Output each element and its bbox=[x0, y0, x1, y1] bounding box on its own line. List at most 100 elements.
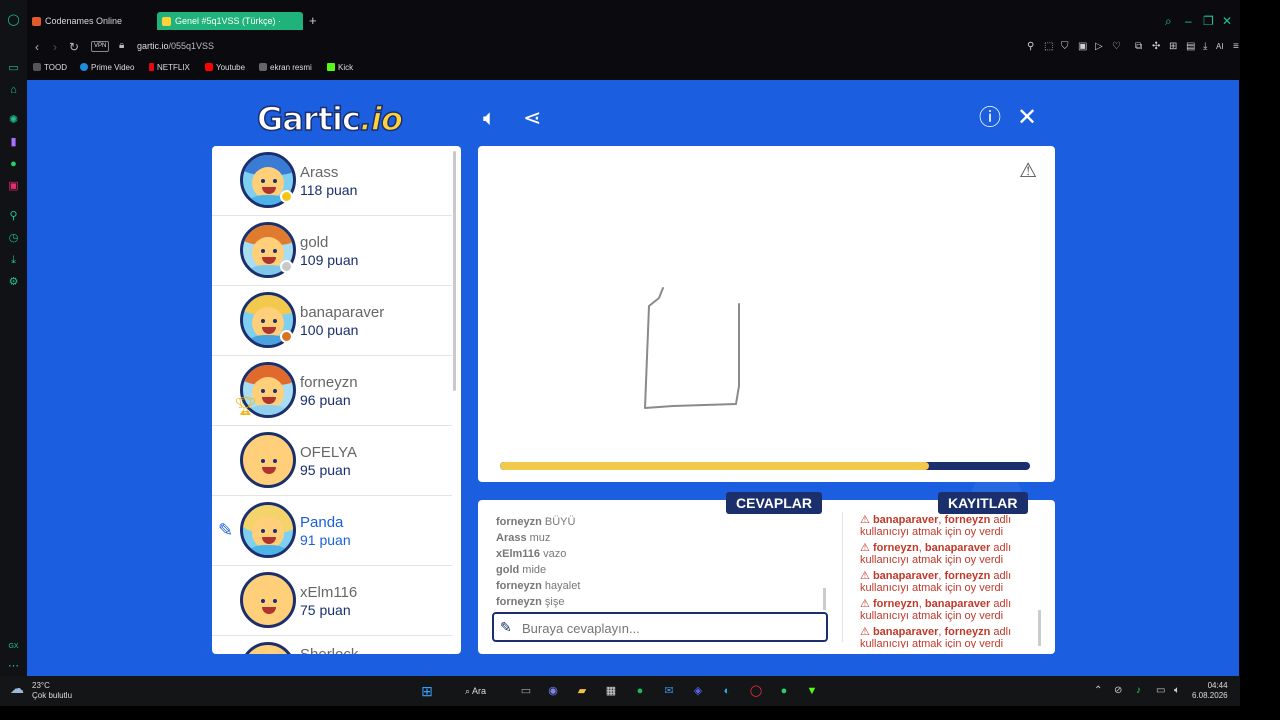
puzzle-icon[interactable]: ✣ bbox=[1152, 41, 1160, 52]
whatsapp-taskbar-icon[interactable]: ● bbox=[776, 683, 792, 699]
tray-mic-icon[interactable]: ♪ bbox=[1136, 685, 1141, 696]
answer-input[interactable] bbox=[522, 618, 822, 638]
play-icon[interactable]: ▷ bbox=[1095, 41, 1103, 52]
lock-icon[interactable]: 🔒︎ bbox=[119, 40, 124, 51]
pin-icon[interactable]: ⚲ bbox=[7, 210, 20, 223]
spotify-icon[interactable]: ● bbox=[632, 683, 648, 699]
player-row[interactable]: 🏆︎ forneyzn 96 puan bbox=[212, 356, 452, 426]
answer-item: forneyzn BÜYÜ bbox=[496, 514, 826, 530]
logs-scrollbar[interactable] bbox=[1038, 610, 1041, 646]
taskbar-clock[interactable]: 04:44 6.08.2026 bbox=[1192, 681, 1228, 701]
new-tab-plus-icon[interactable]: + bbox=[309, 12, 317, 30]
downloads-icon[interactable]: ⤓ bbox=[1203, 41, 1207, 52]
shield-icon[interactable]: ⛉ bbox=[1061, 41, 1069, 52]
player-row[interactable]: OFELYA 95 puan bbox=[212, 426, 452, 496]
drawing-canvas[interactable]: ⚠ bbox=[478, 146, 1055, 482]
extension-icon[interactable]: ⊞ bbox=[1169, 41, 1177, 52]
tab-codenames[interactable]: Codenames Online bbox=[27, 12, 153, 30]
pin-page-icon[interactable]: ⚲ bbox=[1027, 41, 1034, 52]
heart-icon[interactable]: ♡ bbox=[1112, 41, 1121, 52]
search-tabs-icon[interactable]: ⌕ bbox=[1165, 14, 1172, 29]
history-icon[interactable]: ◷ bbox=[7, 232, 20, 245]
chat-panel: CEVAPLAR KAYITLAR forneyzn BÜYÜ Arass mu… bbox=[478, 492, 1055, 654]
sound-icon[interactable]: 🔈︎ bbox=[483, 106, 496, 130]
taskbar-search[interactable]: ⌕ Ara bbox=[455, 682, 505, 700]
store-icon[interactable]: ▦ bbox=[603, 683, 619, 699]
player-row[interactable]: banaparaver 100 puan bbox=[212, 286, 452, 356]
gx-control-icon[interactable]: ▭ bbox=[7, 62, 20, 75]
opera-gx-icon[interactable]: ◯ bbox=[748, 683, 764, 699]
close-window-icon[interactable]: ✕ bbox=[1222, 14, 1232, 28]
bookmark-youtube[interactable]: Youtube bbox=[205, 63, 245, 72]
player-row-current-drawer[interactable]: ✎ Panda 91 puan bbox=[212, 496, 452, 566]
task-view-icon[interactable]: ▭ bbox=[518, 683, 534, 699]
mail-icon[interactable]: ✉ bbox=[661, 683, 677, 699]
tray-volume-icon[interactable]: 🔈︎ bbox=[1174, 685, 1180, 696]
answers-scrollbar[interactable] bbox=[823, 588, 826, 610]
player-name: Panda bbox=[300, 514, 344, 531]
download-icon[interactable]: ⤓ bbox=[7, 254, 20, 267]
bookmark-prime-video[interactable]: Prime Video bbox=[80, 63, 134, 72]
warning-icon: ⚠ bbox=[860, 514, 870, 526]
edge-icon[interactable]: ◐ bbox=[719, 683, 735, 699]
player-name: forneyzn bbox=[300, 374, 358, 391]
exit-icon[interactable]: ✕ bbox=[1017, 106, 1037, 130]
timer-progress-bar bbox=[500, 462, 1030, 470]
bookmark-tood[interactable]: TOOD bbox=[33, 63, 67, 72]
answer-input-box[interactable]: ✎ bbox=[492, 612, 828, 642]
box-icon[interactable]: ▣ bbox=[1078, 41, 1087, 52]
info-icon[interactable]: ⓘ bbox=[979, 106, 1001, 130]
settings-gear-icon[interactable]: ⚙ bbox=[7, 276, 20, 289]
gartic-logo[interactable]: Gartic.io bbox=[256, 99, 403, 139]
bookmark-kick[interactable]: Kick bbox=[327, 63, 353, 72]
forward-icon[interactable]: › bbox=[53, 40, 57, 54]
more-dots-icon[interactable]: ⋯ bbox=[7, 660, 20, 673]
logs-list: ⚠ banaparaver, forneyzn adlı kullanıcıyı… bbox=[860, 514, 1040, 648]
players-scrollbar[interactable] bbox=[453, 151, 456, 391]
url-field[interactable]: gartic.io/055q1VSS bbox=[137, 41, 214, 51]
tab-gartic[interactable]: Genel #5q1VSS (Türkçe) · bbox=[157, 12, 303, 30]
player-name: Sherlock bbox=[300, 646, 358, 654]
twitch-icon[interactable]: ▮ bbox=[7, 136, 20, 149]
gx-corner-icon[interactable]: ⌂ bbox=[7, 84, 20, 97]
snapshot-icon[interactable]: ⬚ bbox=[1044, 41, 1053, 52]
back-icon[interactable]: ‹ bbox=[35, 40, 39, 54]
tray-monitor-icon[interactable]: ▭ bbox=[1156, 685, 1165, 696]
reload-icon[interactable]: ↻ bbox=[69, 40, 79, 54]
ai-button[interactable]: AI bbox=[1216, 42, 1224, 51]
translate-icon[interactable]: ⧉ bbox=[1135, 41, 1142, 52]
windows-start-icon[interactable]: ⊞ bbox=[419, 683, 435, 699]
tray-network-off-icon[interactable]: ⊘ bbox=[1114, 685, 1122, 696]
log-user: banaparaver bbox=[872, 626, 939, 638]
sidebar-icon[interactable]: ▤ bbox=[1186, 41, 1195, 52]
log-item: ⚠ banaparaver, forneyzn adlı kullanıcıyı… bbox=[860, 626, 1012, 648]
gx-label-icon: GX bbox=[8, 643, 19, 650]
pencil-icon: ✎ bbox=[500, 619, 512, 635]
minimize-icon[interactable]: – bbox=[1185, 14, 1192, 28]
instagram-icon[interactable]: ▣ bbox=[7, 180, 20, 193]
player-row[interactable]: Sherlock bbox=[212, 636, 452, 654]
bookmark-ekran-resmi[interactable]: ekran resmi bbox=[259, 63, 312, 72]
share-icon[interactable]: ⋖ bbox=[523, 106, 541, 130]
answer-text: mide bbox=[522, 564, 547, 576]
menu-icon[interactable]: ≡ bbox=[1233, 41, 1239, 52]
chatgpt-icon[interactable]: ✺ bbox=[7, 114, 20, 127]
tab-label: Genel #5q1VSS (Türkçe) · bbox=[175, 16, 282, 26]
tood-icon bbox=[33, 63, 41, 71]
opera-logo-icon[interactable]: ◯ bbox=[7, 14, 20, 27]
player-row[interactable]: Arass 118 puan bbox=[212, 146, 452, 216]
discord-icon[interactable]: ◈ bbox=[690, 683, 706, 699]
weather-widget[interactable]: ☁ 23°C Çok bulutlu bbox=[10, 681, 72, 701]
player-row[interactable]: xElm116 75 puan bbox=[212, 566, 452, 636]
player-row[interactable]: gold 109 puan bbox=[212, 216, 452, 286]
whatsapp-icon[interactable]: ● bbox=[7, 158, 20, 171]
vpn-badge[interactable]: VPN bbox=[91, 41, 110, 52]
bookmark-netflix[interactable]: NETFLIX bbox=[149, 63, 190, 72]
log-item: ⚠ banaparaver, forneyzn adlı kullanıcıyı… bbox=[860, 570, 1012, 594]
file-explorer-icon[interactable]: ▰ bbox=[574, 683, 590, 699]
answer-text: BÜYÜ bbox=[544, 516, 576, 528]
teams-icon[interactable]: ◉ bbox=[545, 683, 561, 699]
maximize-icon[interactable]: ❐ bbox=[1203, 14, 1214, 28]
tray-chevron-icon[interactable]: ⌃ bbox=[1094, 685, 1102, 696]
app-v-icon[interactable]: ▼ bbox=[804, 683, 820, 699]
